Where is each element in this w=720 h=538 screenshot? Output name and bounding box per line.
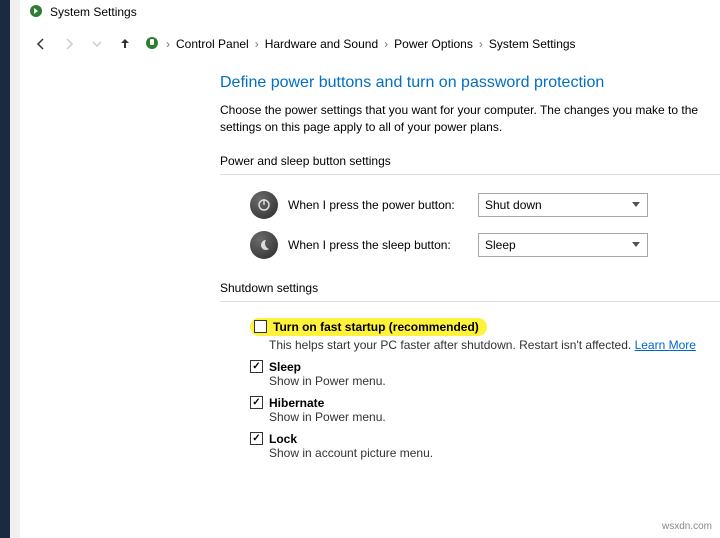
power-icon [250, 191, 278, 219]
breadcrumb[interactable]: › Control Panel › Hardware and Sound › P… [144, 35, 576, 54]
lock-desc: Show in account picture menu. [220, 446, 720, 460]
power-plug-icon [144, 35, 160, 54]
shutdown-group: Shutdown settings Turn on fast startup (… [220, 281, 720, 460]
recent-dropdown[interactable] [88, 35, 106, 53]
crumb-control-panel[interactable]: Control Panel [176, 37, 249, 51]
crumb-hardware-sound[interactable]: Hardware and Sound [265, 37, 378, 51]
up-button[interactable] [116, 35, 134, 53]
hibernate-checkbox[interactable] [250, 396, 263, 409]
power-options-icon [28, 3, 44, 22]
hibernate-desc: Show in Power menu. [220, 410, 720, 424]
power-sleep-group: When I press the power button: Shut down… [220, 174, 720, 265]
watermark: wsxdn.com [662, 521, 712, 532]
titlebar: System Settings [20, 0, 720, 24]
forward-button[interactable] [60, 35, 78, 53]
window-title: System Settings [50, 5, 137, 19]
chevron-right-icon: › [166, 37, 170, 51]
crumb-power-options[interactable]: Power Options [394, 37, 473, 51]
fast-startup-label: Turn on fast startup (recommended) [273, 320, 479, 334]
chevron-right-icon: › [384, 37, 388, 51]
hibernate-option-label: Hibernate [269, 396, 324, 410]
sleep-icon [250, 231, 278, 259]
sleep-option-label: Sleep [269, 360, 301, 374]
fast-startup-checkbox[interactable] [254, 320, 267, 333]
main-content: Define power buttons and turn on passwor… [20, 64, 720, 460]
lock-option-label: Lock [269, 432, 297, 446]
back-button[interactable] [32, 35, 50, 53]
sleep-button-row: When I press the sleep button: Sleep [220, 225, 720, 265]
power-button-row: When I press the power button: Shut down [220, 185, 720, 225]
fast-startup-row: Turn on fast startup (recommended) [250, 318, 487, 336]
sleep-desc: Show in Power menu. [220, 374, 720, 388]
section-power-sleep-label: Power and sleep button settings [220, 154, 720, 168]
power-button-select[interactable]: Shut down [478, 193, 648, 217]
chevron-right-icon: › [255, 37, 259, 51]
page-title: Define power buttons and turn on passwor… [220, 74, 720, 92]
sleep-button-select[interactable]: Sleep [478, 233, 648, 257]
power-button-label: When I press the power button: [288, 198, 468, 212]
section-shutdown-label: Shutdown settings [220, 281, 720, 295]
window: System Settings › Control Panel › Hardwa… [20, 0, 720, 538]
sleep-checkbox[interactable] [250, 360, 263, 373]
crumb-system-settings[interactable]: System Settings [489, 37, 576, 51]
page-description: Choose the power settings that you want … [220, 102, 720, 136]
fast-startup-desc: This helps start your PC faster after sh… [220, 338, 720, 352]
hibernate-row: Hibernate [220, 394, 720, 410]
sleep-row: Sleep [220, 358, 720, 374]
nav-row: › Control Panel › Hardware and Sound › P… [20, 24, 720, 64]
chevron-right-icon: › [479, 37, 483, 51]
sleep-button-label: When I press the sleep button: [288, 238, 468, 252]
lock-row: Lock [220, 430, 720, 446]
learn-more-link[interactable]: Learn More [635, 338, 696, 352]
lock-checkbox[interactable] [250, 432, 263, 445]
desktop-edge [0, 0, 10, 538]
